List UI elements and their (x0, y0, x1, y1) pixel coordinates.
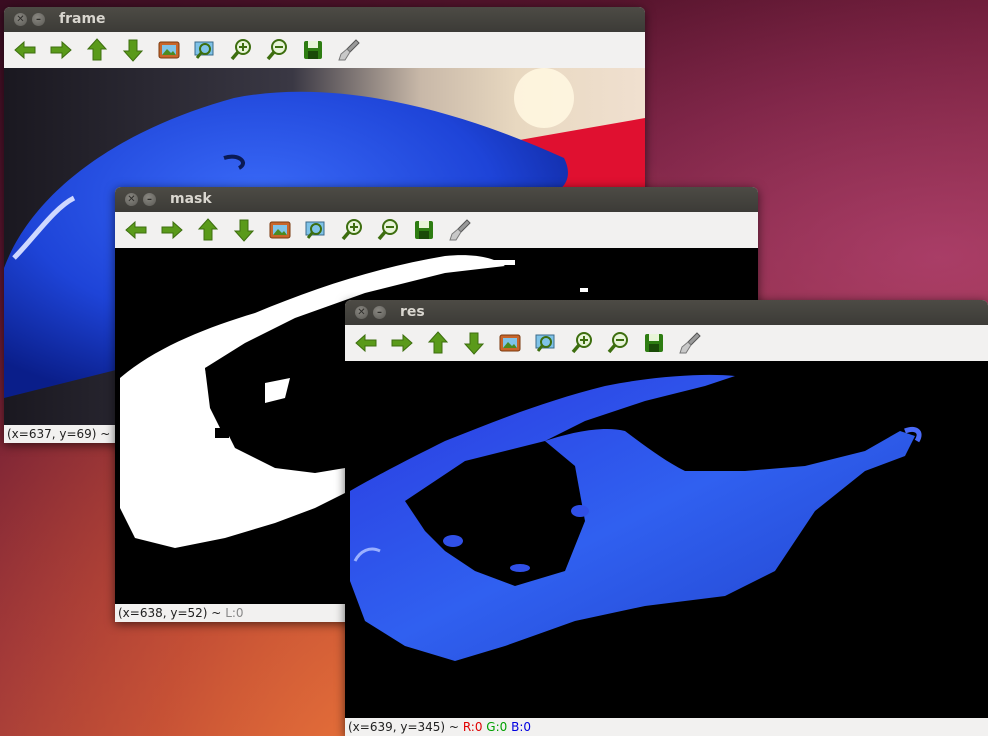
zoom-fit-icon[interactable] (303, 217, 329, 243)
zoom-out-icon[interactable] (264, 37, 290, 63)
frame-titlebar[interactable]: ✕ – frame (4, 7, 645, 32)
image-icon[interactable] (497, 330, 523, 356)
res-window: ✕ – res (x=639, y=345) ~ R:0 G:0 B:0 (345, 300, 988, 736)
frame-toolbar (4, 32, 645, 68)
zoom-fit-icon[interactable] (533, 330, 559, 356)
left-arrow-icon[interactable] (353, 330, 379, 356)
right-arrow-icon[interactable] (389, 330, 415, 356)
status-coords: (x=637, y=69) ~ (7, 427, 111, 441)
res-toolbar (345, 325, 988, 361)
zoom-in-icon[interactable] (569, 330, 595, 356)
res-statusbar: (x=639, y=345) ~ R:0 G:0 B:0 (345, 718, 988, 736)
brush-icon[interactable] (336, 37, 362, 63)
zoom-in-icon[interactable] (339, 217, 365, 243)
res-titlebar[interactable]: ✕ – res (345, 300, 988, 325)
image-icon[interactable] (267, 217, 293, 243)
save-icon[interactable] (641, 330, 667, 356)
zoom-out-icon[interactable] (605, 330, 631, 356)
window-title: res (400, 304, 425, 320)
zoom-fit-icon[interactable] (192, 37, 218, 63)
up-arrow-icon[interactable] (84, 37, 110, 63)
minimize-button[interactable]: – (32, 13, 45, 26)
right-arrow-icon[interactable] (48, 37, 74, 63)
window-title: frame (59, 11, 106, 27)
close-button[interactable]: ✕ (125, 193, 138, 206)
brush-icon[interactable] (677, 330, 703, 356)
minimize-button[interactable]: – (143, 193, 156, 206)
close-button[interactable]: ✕ (14, 13, 27, 26)
window-title: mask (170, 191, 212, 207)
brush-icon[interactable] (447, 217, 473, 243)
left-arrow-icon[interactable] (123, 217, 149, 243)
status-l: L:0 (225, 606, 244, 620)
down-arrow-icon[interactable] (461, 330, 487, 356)
up-arrow-icon[interactable] (195, 217, 221, 243)
status-g: G:0 (486, 720, 508, 734)
image-icon[interactable] (156, 37, 182, 63)
down-arrow-icon[interactable] (120, 37, 146, 63)
right-arrow-icon[interactable] (159, 217, 185, 243)
mask-toolbar (115, 212, 758, 248)
save-icon[interactable] (300, 37, 326, 63)
status-r: R:0 (462, 720, 483, 734)
minimize-button[interactable]: – (373, 306, 386, 319)
down-arrow-icon[interactable] (231, 217, 257, 243)
zoom-out-icon[interactable] (375, 217, 401, 243)
left-arrow-icon[interactable] (12, 37, 38, 63)
close-button[interactable]: ✕ (355, 306, 368, 319)
up-arrow-icon[interactable] (425, 330, 451, 356)
status-coords: (x=638, y=52) ~ (118, 606, 222, 620)
status-coords: (x=639, y=345) ~ (348, 720, 459, 734)
status-b: B:0 (511, 720, 532, 734)
save-icon[interactable] (411, 217, 437, 243)
mask-titlebar[interactable]: ✕ – mask (115, 187, 758, 212)
res-image[interactable] (345, 361, 988, 718)
zoom-in-icon[interactable] (228, 37, 254, 63)
